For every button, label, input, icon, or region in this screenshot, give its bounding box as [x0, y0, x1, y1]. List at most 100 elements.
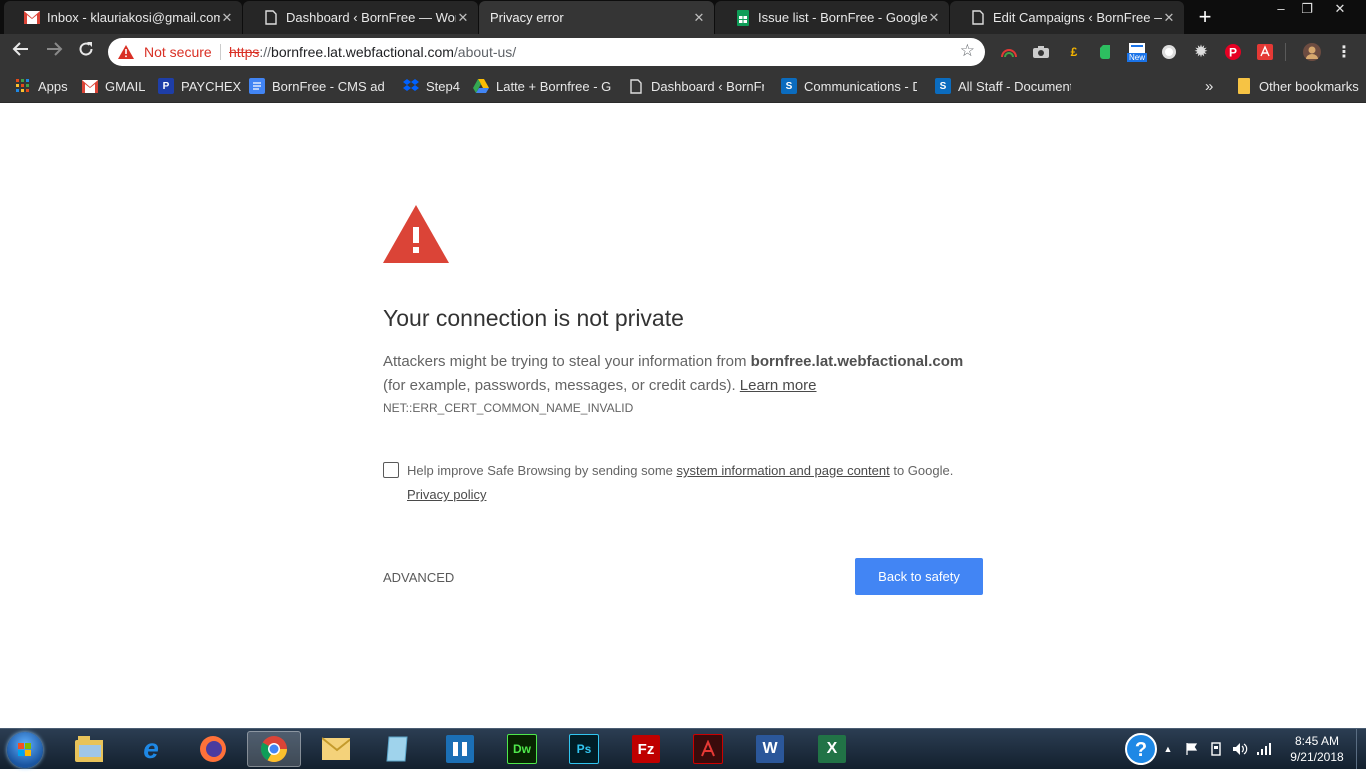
pinterest-icon[interactable]: P	[1223, 42, 1243, 62]
volume-icon[interactable]	[1231, 729, 1249, 769]
firefox-icon	[199, 735, 227, 763]
gear-icon[interactable]: ✹	[1191, 42, 1211, 62]
tab-title: Dashboard ‹ BornFree — WordP	[286, 10, 456, 25]
photoshop-icon: Ps	[569, 734, 599, 764]
forward-button[interactable]	[42, 40, 66, 64]
sharepoint-icon: S	[935, 78, 951, 94]
start-button[interactable]	[7, 732, 43, 768]
restore-button[interactable]: ❐	[1292, 0, 1322, 20]
back-to-safety-button[interactable]: Back to safety	[855, 558, 983, 595]
menu-icon[interactable]: ⋮	[1334, 42, 1354, 62]
tab-title: Inbox - klauriakosi@gmail.com -	[47, 10, 220, 25]
clock-time: 8:45 AM	[1294, 734, 1340, 748]
taskbar-dreamweaver[interactable]: Dw	[495, 731, 549, 767]
page-icon	[263, 10, 279, 26]
bookmark-all-staff[interactable]: S All Staff - Documents	[935, 77, 1071, 95]
outlook-icon	[322, 735, 350, 763]
bookmark-step4[interactable]: Step4	[403, 77, 460, 95]
tab-privacy-error[interactable]: Privacy error ✕	[479, 1, 714, 34]
taskbar-parallels[interactable]	[433, 731, 487, 767]
taskbar-firefox[interactable]	[186, 731, 240, 767]
bookmark-dashboard[interactable]: Dashboard ‹ BornFre	[628, 77, 764, 95]
tab-title: Privacy error	[490, 10, 564, 25]
show-desktop-button[interactable]	[1356, 729, 1366, 769]
camera-icon[interactable]	[1031, 42, 1051, 62]
bookmark-communications[interactable]: S Communications - Do	[781, 77, 917, 95]
evernote-icon[interactable]	[1095, 42, 1115, 62]
tab-issue-list[interactable]: Issue list - BornFree - Google Sh ✕	[715, 1, 949, 34]
bookmark-gmail[interactable]: GMAIL	[82, 77, 145, 95]
word-icon: W	[756, 735, 784, 763]
sheets-icon	[735, 9, 751, 26]
address-bar[interactable]: Not secure https://bornfree.lat.webfacti…	[108, 38, 985, 66]
bookmark-apps[interactable]: Apps	[15, 77, 68, 95]
profile-avatar[interactable]	[1302, 42, 1322, 62]
circle-icon[interactable]	[1159, 42, 1179, 62]
close-icon[interactable]: ✕	[220, 10, 234, 26]
bookmark-star-icon[interactable]: ☆	[960, 41, 975, 61]
para-suffix: (for example, passwords, messages, or cr…	[383, 377, 740, 394]
network-icon[interactable]	[1255, 729, 1273, 769]
show-hidden-icons[interactable]: ▲	[1160, 729, 1176, 769]
evernote-e-icon[interactable]: £	[1064, 42, 1084, 62]
taskbar-explorer[interactable]	[62, 731, 116, 767]
taskbar-photoshop[interactable]: Ps	[557, 731, 611, 767]
not-secure-label[interactable]: Not secure	[144, 44, 212, 60]
learn-more-link[interactable]: Learn more	[740, 377, 817, 394]
page-icon	[628, 78, 644, 94]
url-text[interactable]: https://bornfree.lat.webfactional.com/ab…	[229, 44, 516, 60]
close-icon[interactable]: ✕	[692, 10, 706, 26]
bookmark-label: Communications - Do	[804, 78, 917, 94]
system-clock[interactable]: 8:45 AM 9/21/2018	[1282, 733, 1352, 765]
advanced-button[interactable]: ADVANCED	[383, 570, 454, 585]
bookmark-bornfree-cms[interactable]: BornFree - CMS adm	[249, 77, 385, 95]
safe-browsing-text: Help improve Safe Browsing by sending so…	[407, 463, 953, 478]
help-icon[interactable]: ?	[1124, 729, 1158, 769]
toolbar: Not secure https://bornfree.lat.webfacti…	[0, 34, 1366, 70]
notepad-icon	[384, 735, 412, 763]
tab-inbox[interactable]: Inbox - klauriakosi@gmail.com - ✕	[4, 1, 242, 34]
sb-prefix: Help improve Safe Browsing by sending so…	[407, 463, 677, 478]
safe-browsing-checkbox[interactable]	[383, 462, 399, 478]
acrobat-icon	[693, 734, 723, 764]
sharepoint-icon: S	[781, 78, 797, 94]
taskbar-acrobat[interactable]	[681, 731, 735, 767]
reload-button[interactable]	[74, 40, 98, 64]
taskbar-outlook[interactable]	[309, 731, 363, 767]
bookmark-label: Other bookmarks	[1259, 78, 1359, 94]
warning-icon[interactable]	[118, 45, 134, 64]
tab-strip: Inbox - klauriakosi@gmail.com - ✕ Dashbo…	[0, 0, 1366, 34]
warning-triangle-icon	[383, 205, 449, 268]
close-icon[interactable]: ✕	[456, 10, 470, 26]
url-host: bornfree.lat.webfactional.com	[271, 44, 454, 60]
close-icon[interactable]: ✕	[927, 10, 941, 26]
taskbar-word[interactable]: W	[743, 731, 797, 767]
para-host: bornfree.lat.webfactional.com	[750, 353, 964, 370]
bookmark-latte-bornfree[interactable]: Latte + Bornfree - Go	[473, 77, 611, 95]
privacy-policy-link[interactable]: Privacy policy	[407, 487, 486, 502]
taskbar-chrome[interactable]	[247, 731, 301, 767]
bookmark-paychex[interactable]: P PAYCHEX	[158, 77, 241, 95]
page-icon	[970, 10, 986, 26]
parallels-icon	[446, 735, 474, 763]
device-icon[interactable]	[1207, 729, 1225, 769]
tab-dashboard[interactable]: Dashboard ‹ BornFree — WordP ✕	[243, 1, 478, 34]
new-tab-button[interactable]: +	[1192, 5, 1218, 29]
taskbar-internet-explorer[interactable]: e	[124, 731, 178, 767]
bookmarks-overflow-button[interactable]: »	[1205, 77, 1213, 95]
close-icon[interactable]: ✕	[1162, 10, 1176, 26]
tab-edit-campaigns[interactable]: Edit Campaigns ‹ BornFree — W ✕	[950, 1, 1184, 34]
taskbar-filezilla[interactable]: Fz	[619, 731, 673, 767]
excel-icon: X	[818, 735, 846, 763]
close-window-button[interactable]: ✕	[1325, 0, 1355, 20]
rainbow-icon[interactable]	[999, 42, 1019, 62]
back-button[interactable]	[9, 40, 33, 64]
new-extension-icon[interactable]: New	[1126, 42, 1148, 62]
flag-icon[interactable]	[1183, 729, 1201, 769]
other-bookmarks[interactable]: Other bookmarks	[1236, 77, 1359, 95]
new-badge: New	[1126, 52, 1147, 62]
taskbar-notepad[interactable]	[371, 731, 425, 767]
taskbar-excel[interactable]: X	[805, 731, 859, 767]
system-info-link[interactable]: system information and page content	[677, 463, 890, 478]
acrobat-icon[interactable]	[1255, 42, 1275, 62]
